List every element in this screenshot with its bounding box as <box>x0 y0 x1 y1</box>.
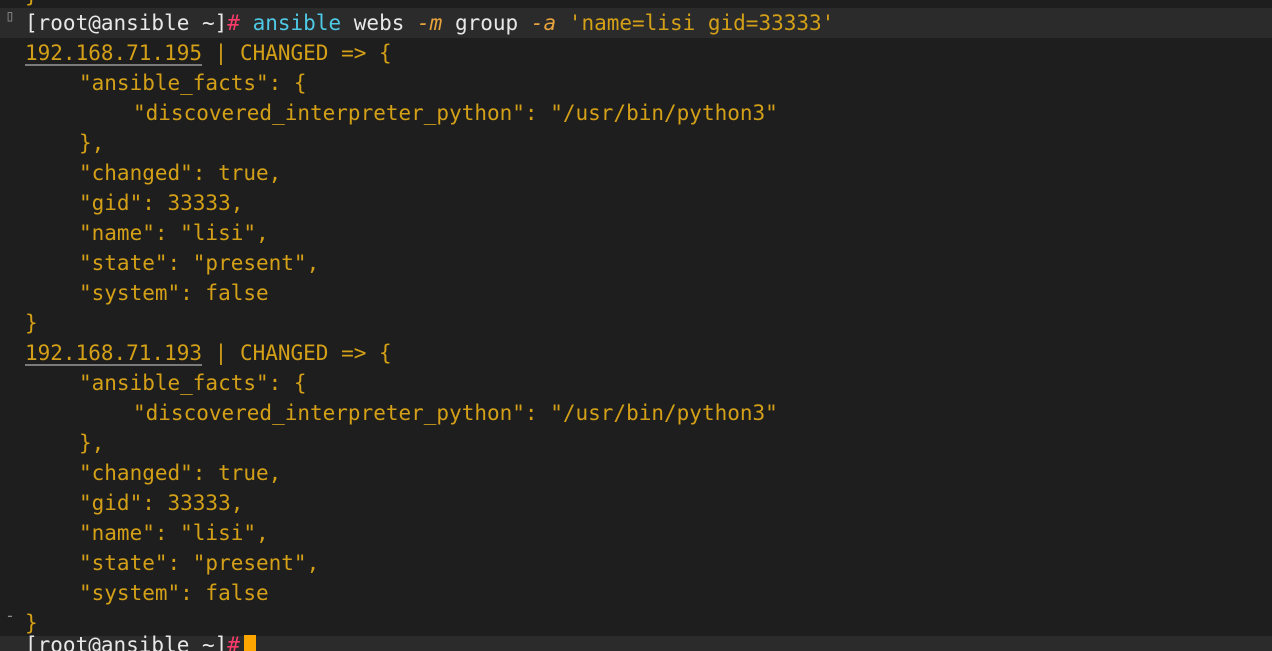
result-status: | CHANGED => { <box>202 41 392 65</box>
command-module-name: group <box>454 11 519 35</box>
gid-line: "gid": 33333, <box>79 491 244 515</box>
result-header: 192.168.71.193 | CHANGED => { <box>25 338 392 368</box>
command-line: [root@ansible ~]# ansible webs -m group … <box>25 8 834 38</box>
gutter-marker-icon: ▯ <box>5 6 15 25</box>
facts-open: "ansible_facts": { <box>79 71 307 95</box>
changed-line: "changed": true, <box>79 461 282 485</box>
result-close: } <box>25 311 38 335</box>
facts-open: "ansible_facts": { <box>79 371 307 395</box>
name-line: "name": "lisi", <box>79 221 269 245</box>
state-line: "state": "present", <box>79 251 320 275</box>
interpreter-line: "discovered_interpreter_python": "/usr/b… <box>133 101 778 125</box>
command-name: ansible <box>252 11 342 35</box>
gutter-fold-icon: - <box>5 606 15 625</box>
command-host-pattern: webs <box>353 11 405 35</box>
system-line: "system": false <box>79 581 269 605</box>
name-line: "name": "lisi", <box>79 521 269 545</box>
terminal-window[interactable]: ▯ - } [root@ansible ~]# ansible webs -m … <box>0 0 1272 651</box>
host-ip[interactable]: 192.168.71.193 <box>25 341 202 365</box>
prompt-symbol: # <box>227 11 240 35</box>
interpreter-line: "discovered_interpreter_python": "/usr/b… <box>133 401 778 425</box>
result-status: | CHANGED => { <box>202 341 392 365</box>
text-cursor <box>243 635 256 651</box>
system-line: "system": false <box>79 281 269 305</box>
prompt-user-host: [root@ansible ~] <box>25 633 228 651</box>
host-ip[interactable]: 192.168.71.195 <box>25 41 202 65</box>
prompt-symbol: # <box>227 633 240 651</box>
command-flag-module: -m <box>417 11 443 35</box>
command-flag-args: -a <box>530 11 557 35</box>
facts-close: }, <box>79 131 105 155</box>
facts-close: }, <box>79 431 105 455</box>
final-prompt-line[interactable]: [root@ansible ~]# <box>25 630 256 651</box>
command-module-args: 'name=lisi gid=33333' <box>568 11 835 35</box>
changed-line: "changed": true, <box>79 161 282 185</box>
state-line: "state": "present", <box>79 551 320 575</box>
gid-line: "gid": 33333, <box>79 191 244 215</box>
result-header: 192.168.71.195 | CHANGED => { <box>25 38 392 68</box>
prompt-user-host: [root@ansible ~] <box>25 11 228 35</box>
